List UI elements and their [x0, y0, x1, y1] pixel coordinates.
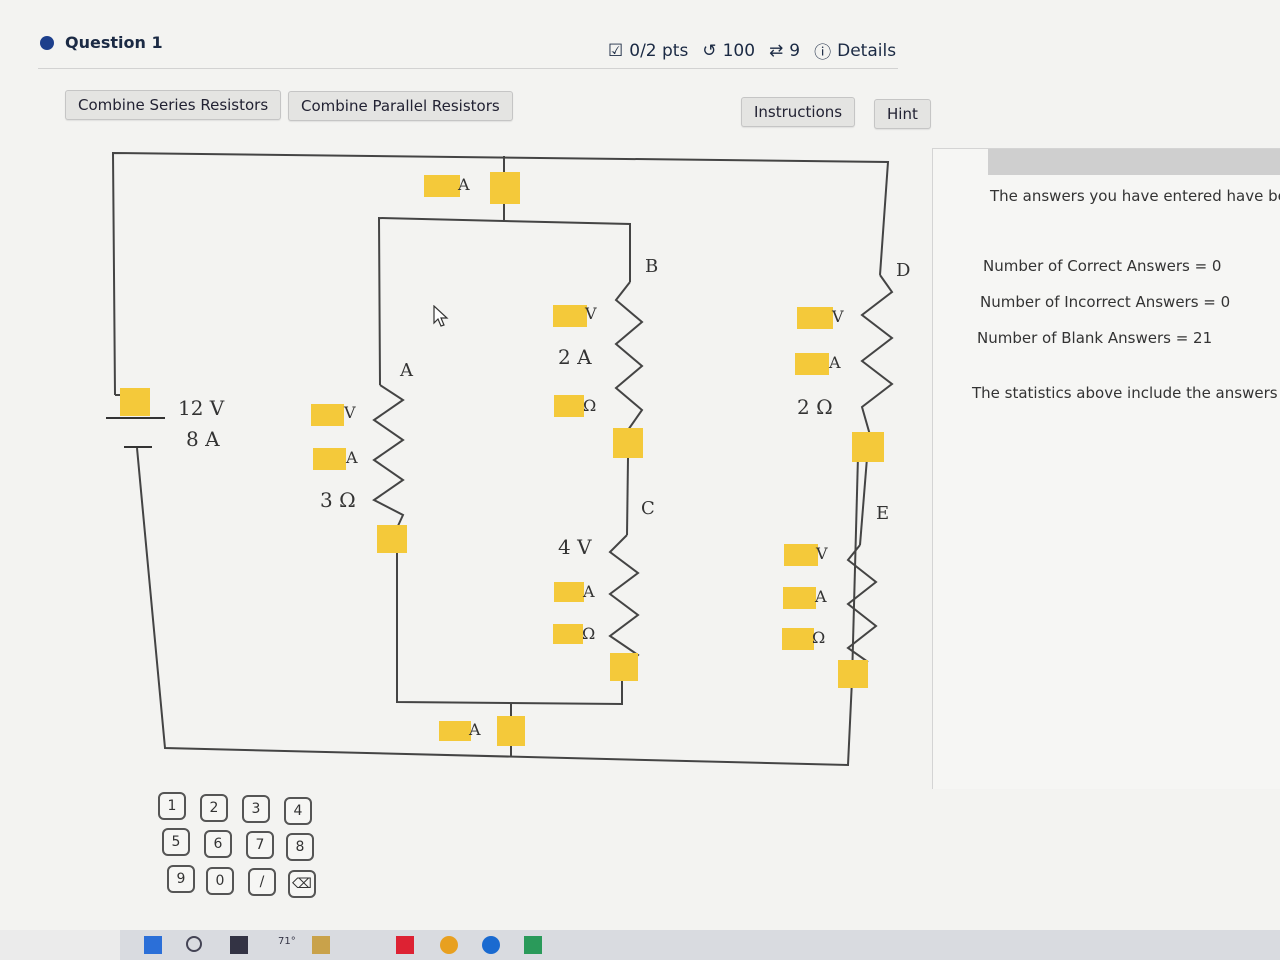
node-b: B — [645, 256, 659, 277]
key-1[interactable]: 1 — [158, 792, 186, 820]
resistor-d-value: 2 Ω — [797, 395, 833, 419]
task-view-icon[interactable] — [230, 936, 248, 954]
key-3[interactable]: 3 — [242, 795, 270, 823]
resistor-3-value: 3 Ω — [320, 488, 356, 512]
edge-icon[interactable] — [482, 936, 500, 954]
resistor-3-node-box[interactable] — [377, 525, 407, 553]
key-4[interactable]: 4 — [284, 797, 312, 825]
node-d: D — [896, 260, 911, 281]
resistor-c-node-box[interactable] — [610, 653, 638, 681]
key-0[interactable]: 0 — [206, 867, 234, 895]
resistor-e-a-unit: A — [815, 587, 827, 606]
feedback-panel: The answers you have entered have be Num… — [932, 148, 1280, 789]
bottom-wire-current-input[interactable] — [439, 721, 471, 741]
node-c: C — [641, 498, 655, 519]
resistor-b-v-unit: V — [585, 304, 597, 323]
resistor-e-node-box[interactable] — [838, 660, 868, 688]
file-explorer-icon[interactable] — [312, 936, 330, 954]
statistics-note: The statistics above include the answers… — [972, 384, 1280, 402]
resistor-b — [614, 281, 644, 431]
battery-input-box[interactable] — [120, 388, 150, 416]
node-e: E — [876, 503, 890, 524]
resistor-3-ohm — [372, 384, 405, 529]
resistor-e-v-unit: V — [816, 544, 828, 563]
branch-c-wire — [626, 457, 629, 536]
taskbar: 71° — [120, 930, 1280, 960]
battery-current: 8 A — [186, 427, 220, 451]
feedback-panel-header — [988, 149, 1280, 175]
resistor-e — [846, 544, 878, 663]
key-9[interactable]: 9 — [167, 865, 195, 893]
key-5[interactable]: 5 — [162, 828, 190, 856]
key-7[interactable]: 7 — [246, 831, 274, 859]
weather-text[interactable]: 71° — [278, 936, 296, 947]
resistor-e-voltage-input[interactable] — [784, 544, 818, 566]
bottom-junction-box[interactable] — [497, 716, 525, 746]
resistor-d-voltage-input[interactable] — [797, 307, 833, 329]
top-wire-unit: A — [458, 175, 470, 194]
search-icon[interactable] — [186, 936, 202, 952]
resistor-d-current-input[interactable] — [795, 353, 829, 375]
resistor-b-voltage-input[interactable] — [553, 305, 587, 327]
resistor-3-current-input[interactable] — [313, 448, 346, 470]
outer-wire-bottom — [136, 447, 853, 767]
chrome-icon[interactable] — [440, 936, 458, 954]
resistor-c-ohm-unit: Ω — [582, 624, 596, 643]
resistor-e-ohm-unit: Ω — [812, 628, 826, 647]
resistor-3-v-unit: V — [344, 403, 356, 422]
top-junction-box[interactable] — [490, 172, 520, 204]
resistor-c-resistance-input[interactable] — [553, 624, 583, 644]
resistor-d-a-unit: A — [829, 353, 841, 372]
resistor-b-current: 2 A — [558, 345, 592, 369]
key-2[interactable]: 2 — [200, 794, 228, 822]
branch-e-wire — [859, 457, 868, 546]
windows-start-icon[interactable] — [144, 936, 162, 954]
resistor-b-node-box[interactable] — [613, 428, 643, 458]
key-slash[interactable]: / — [248, 868, 276, 896]
resistor-c-current-input[interactable] — [554, 582, 584, 602]
resistor-e-resistance-input[interactable] — [782, 628, 814, 650]
incorrect-count-text: Number of Incorrect Answers = 0 — [980, 293, 1231, 311]
resistor-c-a-unit: A — [583, 582, 595, 601]
resistor-d-node-box[interactable] — [852, 432, 884, 462]
mouse-cursor-icon — [433, 305, 449, 327]
resistor-d-v-unit: V — [832, 307, 844, 326]
screen: Question 1 ☑ 0/2 pts ↺ 100 ⇄ 9 ⓘ Details… — [0, 0, 1280, 930]
bottom-wire-unit: A — [469, 720, 481, 739]
feedback-summary: The answers you have entered have be — [990, 187, 1280, 205]
inner-loop-wire — [377, 216, 631, 386]
resistor-b-resistance-input[interactable] — [554, 395, 584, 417]
battery-voltage: 12 V — [178, 396, 225, 420]
resistor-c-voltage: 4 V — [558, 535, 592, 559]
top-wire-current-input[interactable] — [424, 175, 460, 197]
resistor-d — [860, 274, 894, 436]
app-icon-green[interactable] — [524, 936, 542, 954]
blank-count-text: Number of Blank Answers = 21 — [977, 329, 1213, 347]
key-6[interactable]: 6 — [204, 830, 232, 858]
resistor-c — [608, 534, 640, 671]
resistor-3-voltage-input[interactable] — [311, 404, 344, 426]
app-icon-red[interactable] — [396, 936, 414, 954]
backspace-key-icon[interactable]: ⌫ — [288, 870, 316, 898]
resistor-b-ohm-unit: Ω — [583, 396, 597, 415]
correct-count-text: Number of Correct Answers = 0 — [983, 257, 1222, 275]
node-a: A — [400, 360, 413, 381]
resistor-e-current-input[interactable] — [783, 587, 816, 609]
resistor-3-a-unit: A — [346, 448, 358, 467]
key-8[interactable]: 8 — [286, 833, 314, 861]
